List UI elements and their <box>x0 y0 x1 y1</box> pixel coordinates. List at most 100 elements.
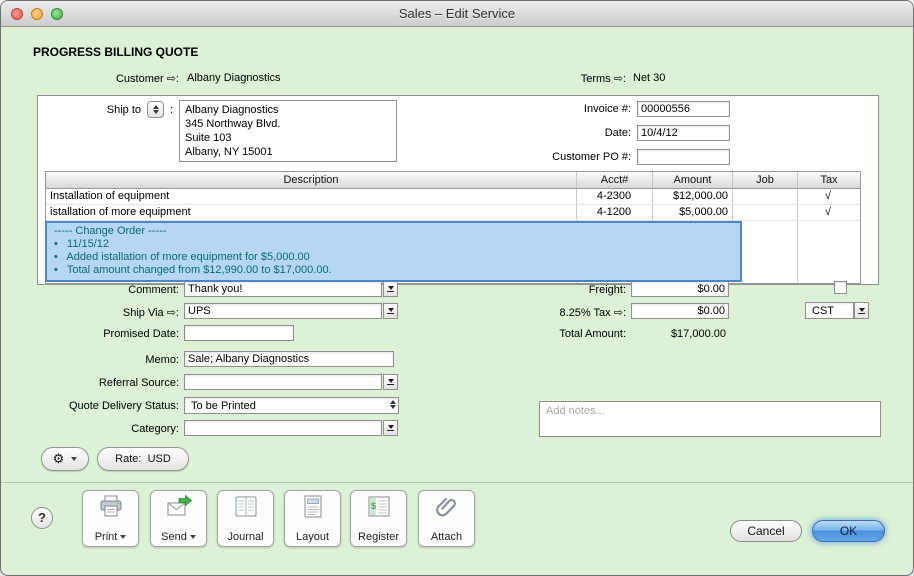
attach-button-label: Attach <box>431 531 462 543</box>
customer-po-field[interactable] <box>637 149 730 165</box>
date-label: Date: <box>521 127 631 139</box>
promised-date-field[interactable] <box>184 325 294 341</box>
category-dropdown-button[interactable] <box>383 420 398 436</box>
table-row[interactable]: Installation of equipment 4-2300 $12,000… <box>46 189 860 205</box>
ship-to-address[interactable]: Albany Diagnostics 345 Northway Blvd. Su… <box>179 100 397 162</box>
change-order-tooltip: ----- Change Order ----- • 11/15/12 • Ad… <box>45 221 742 282</box>
cancel-button[interactable]: Cancel <box>730 520 802 542</box>
tax-label[interactable]: 8.25% Tax ⇨: <box>506 306 626 319</box>
combo-stepper-icon <box>390 400 396 409</box>
freight-label: Freight: <box>506 284 626 296</box>
dropdown-bar-icon <box>387 313 394 314</box>
tax-amount-field[interactable] <box>631 303 729 319</box>
dropdown-caret-icon <box>71 457 77 461</box>
ok-button[interactable]: OK <box>812 520 885 542</box>
stepper-down-icon <box>153 110 159 114</box>
notes-textarea[interactable] <box>539 401 881 437</box>
cell-amount[interactable]: $5,000.00 <box>652 206 728 218</box>
customer-value: Albany Diagnostics <box>187 72 281 84</box>
cell-acct[interactable]: 4-1200 <box>576 206 652 218</box>
register-button[interactable]: $ Register <box>350 490 407 547</box>
cell-description[interactable]: Installation of equipment <box>50 190 572 202</box>
column-header-job: Job <box>732 172 797 188</box>
cell-tax[interactable]: √ <box>797 206 859 218</box>
cell-tax[interactable]: √ <box>797 190 859 202</box>
column-header-tax: Tax <box>797 172 860 188</box>
printer-icon <box>97 493 125 521</box>
ship-via-field[interactable] <box>184 303 382 319</box>
settings-gear-button[interactable]: ⚙ <box>41 447 89 471</box>
dropdown-arrow-icon <box>388 286 394 290</box>
customer-label[interactable]: Customer ⇨: <box>76 72 179 85</box>
stepper-up-icon <box>153 105 159 109</box>
help-button[interactable]: ? <box>31 507 53 529</box>
journal-icon <box>232 493 260 521</box>
tax-inclusive-checkbox[interactable] <box>834 281 847 294</box>
dropdown-arrow-icon <box>388 379 394 383</box>
rate-currency-button[interactable]: Rate: USD <box>97 447 189 471</box>
change-order-line: • Total amount changed from $12,990.00 t… <box>54 264 733 277</box>
print-button-label: Print <box>95 531 118 543</box>
journal-button[interactable]: Journal <box>217 490 274 547</box>
referral-source-field[interactable] <box>184 374 382 390</box>
send-mail-icon <box>165 493 193 521</box>
tax-code-combo[interactable]: CST <box>805 302 854 319</box>
comment-label: Comment: <box>81 284 179 296</box>
cell-description[interactable]: istallation of more equipment <box>50 206 572 218</box>
column-header-amount: Amount <box>652 172 732 188</box>
invoice-number-label: Invoice #: <box>521 103 631 115</box>
dropdown-arrow-icon <box>388 308 394 312</box>
ship-to-label: Ship to <box>71 104 141 116</box>
attach-button[interactable]: Attach <box>418 490 475 547</box>
total-amount-value: $17,000.00 <box>631 328 726 340</box>
referral-source-dropdown-button[interactable] <box>383 374 398 390</box>
cell-acct[interactable]: 4-2300 <box>576 190 652 202</box>
footer-divider <box>1 482 914 483</box>
dropdown-arrow-icon <box>388 425 394 429</box>
cell-amount[interactable]: $12,000.00 <box>652 190 728 202</box>
change-order-line: • 11/15/12 <box>54 238 733 251</box>
change-order-title: ----- Change Order ----- <box>54 225 733 238</box>
dropdown-caret-icon <box>120 535 126 539</box>
comment-field[interactable] <box>184 281 382 297</box>
total-amount-label: Total Amount: <box>506 328 626 340</box>
dropdown-bar-icon <box>387 430 394 431</box>
memo-label: Memo: <box>81 354 179 366</box>
comment-dropdown-button[interactable] <box>383 281 398 297</box>
ship-to-stepper[interactable] <box>147 101 164 118</box>
quote-delivery-status-value: To be Printed <box>191 400 256 412</box>
window-titlebar: Sales – Edit Service <box>1 1 913 27</box>
promised-date-label: Promised Date: <box>61 328 179 340</box>
register-icon: $ <box>365 493 393 521</box>
category-field[interactable] <box>184 420 382 436</box>
terms-label[interactable]: Terms ⇨: <box>546 72 626 85</box>
tax-code-dropdown-button[interactable] <box>854 302 869 319</box>
column-header-acct: Acct# <box>576 172 652 188</box>
print-button[interactable]: Print <box>82 490 139 547</box>
dropdown-bar-icon <box>387 291 394 292</box>
memo-field[interactable] <box>184 351 394 367</box>
date-field[interactable] <box>637 125 730 141</box>
layout-button-label: Layout <box>296 531 329 543</box>
freight-field[interactable] <box>631 281 729 297</box>
ship-via-dropdown-button[interactable] <box>383 303 398 319</box>
quote-delivery-status-combo[interactable]: To be Printed <box>184 397 399 414</box>
ship-via-label[interactable]: Ship Via ⇨: <box>81 306 179 319</box>
invoice-number-field[interactable] <box>637 101 730 117</box>
svg-text:$: $ <box>371 501 376 511</box>
journal-button-label: Journal <box>227 531 263 543</box>
change-order-line: • Added istallation of more equipment fo… <box>54 251 733 264</box>
gear-icon: ⚙ <box>53 451 65 467</box>
dropdown-arrow-icon <box>859 308 865 312</box>
ship-to-colon: : <box>170 104 173 116</box>
terms-value: Net 30 <box>633 72 665 84</box>
referral-source-label: Referral Source: <box>41 377 179 389</box>
quote-delivery-status-label: Quote Delivery Status: <box>19 400 179 412</box>
page-layout-icon <box>299 493 327 521</box>
rate-label: Rate: USD <box>115 453 171 465</box>
layout-button[interactable]: Layout <box>284 490 341 547</box>
column-header-description: Description <box>46 172 576 188</box>
send-button[interactable]: Send <box>150 490 207 547</box>
table-row[interactable]: istallation of more equipment 4-1200 $5,… <box>46 205 860 221</box>
tax-code-value: CST <box>812 305 834 317</box>
